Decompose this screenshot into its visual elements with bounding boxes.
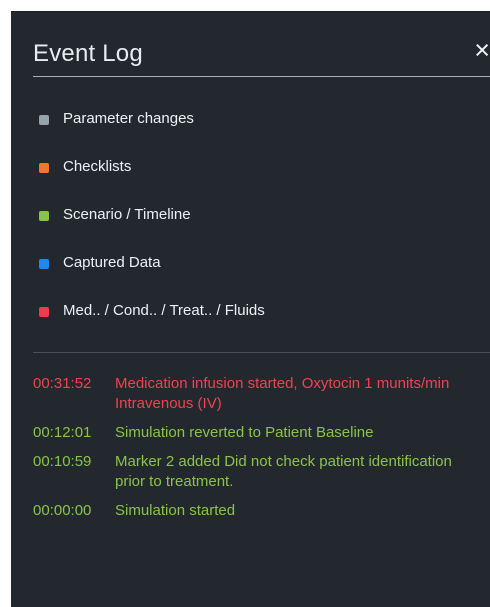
legend-swatch	[39, 211, 49, 221]
legend-label: Scenario / Timeline	[63, 206, 191, 223]
divider	[33, 352, 490, 353]
log-text: Medication infusion started, Oxytocin 1 …	[115, 375, 450, 412]
legend-item-checklists: Checklists	[39, 155, 479, 203]
legend-item-captured-data: Captured Data	[39, 251, 479, 299]
log-time: 00:12:01	[33, 424, 92, 441]
log-time: 00:00:00	[33, 502, 92, 519]
legend-item-scenario-timeline: Scenario / Timeline	[39, 203, 479, 251]
legend-label: Captured Data	[63, 254, 161, 271]
legend-swatch	[39, 163, 49, 173]
legend-label: Med.. / Cond.. / Treat.. / Fluids	[63, 302, 265, 319]
panel-header: Event Log ×	[33, 30, 490, 77]
legend-swatch	[39, 115, 49, 125]
legend-item-med-cond-treat-fluids: Med.. / Cond.. / Treat.. / Fluids	[39, 299, 479, 347]
legend-swatch	[39, 259, 49, 269]
log-entry: 00:00:00 Simulation started	[33, 501, 483, 521]
log-time: 00:10:59	[33, 453, 92, 470]
panel-title: Event Log	[33, 40, 143, 67]
log-entry: 00:10:59 Marker 2 added Did not check pa…	[33, 452, 483, 492]
log-text: Marker 2 added Did not check patient ide…	[115, 453, 452, 490]
log-entry: 00:31:52 Medication infusion started, Ox…	[33, 374, 483, 414]
legend-label: Parameter changes	[63, 110, 194, 127]
log-text: Simulation reverted to Patient Baseline	[115, 424, 374, 441]
page-frame: Event Log × Parameter changes Checklists…	[0, 0, 490, 607]
event-log-list: 00:31:52 Medication infusion started, Ox…	[33, 374, 483, 530]
legend-label: Checklists	[63, 158, 132, 175]
log-entry: 00:12:01 Simulation reverted to Patient …	[33, 423, 483, 443]
legend-swatch	[39, 307, 49, 317]
event-log-panel: Event Log × Parameter changes Checklists…	[11, 11, 490, 607]
log-time: 00:31:52	[33, 375, 92, 392]
legend-item-parameter-changes: Parameter changes	[39, 107, 479, 155]
legend: Parameter changes Checklists Scenario / …	[39, 107, 479, 347]
close-icon[interactable]: ×	[466, 36, 490, 64]
log-text: Simulation started	[115, 502, 236, 519]
